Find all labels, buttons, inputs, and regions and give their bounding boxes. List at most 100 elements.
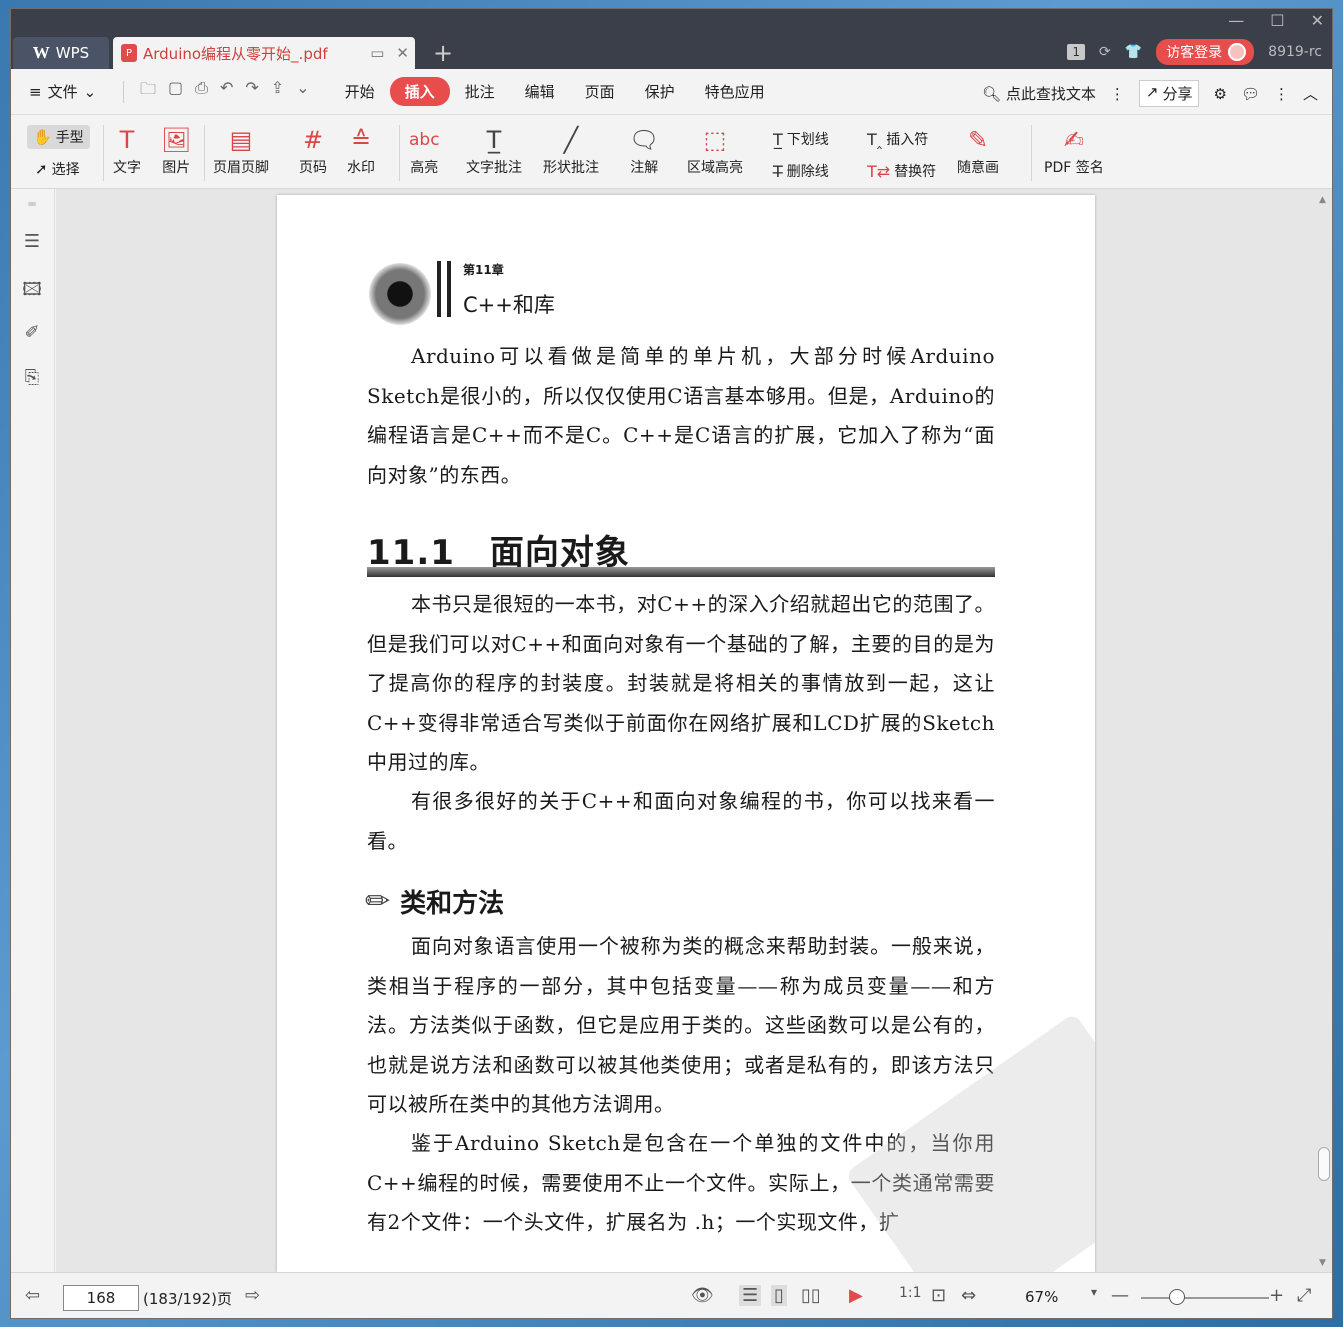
line-icon: ╱ [563, 126, 579, 154]
page-number-input[interactable]: 168 [63, 1285, 139, 1311]
pdf-page: 第11章 C++和库 Arduino可以看做是简单的单片机，大部分时候Ardui… [277, 195, 1095, 1272]
actual-size-icon[interactable]: 1:1 [899, 1285, 922, 1301]
play-slideshow-icon[interactable]: ▶ [849, 1285, 863, 1306]
highlight-icon: abc [409, 130, 440, 150]
gear-icon[interactable]: ⚙ [1213, 85, 1226, 103]
screen-icon[interactable]: ▭ [370, 44, 384, 62]
tab-edit[interactable]: 编辑 [510, 77, 570, 106]
share-button[interactable]: ↗ 分享 [1138, 80, 1200, 107]
scroll-down-icon[interactable]: ▼ [1319, 1258, 1326, 1268]
document-tab[interactable]: P Arduino编程从零开始_.pdf ▭ ✕ [113, 37, 415, 69]
insert-mark-label: 插入符 [886, 132, 929, 148]
fit-width-icon[interactable]: ⇔ [961, 1285, 976, 1306]
continuous-view-icon[interactable]: ☰ [739, 1285, 762, 1306]
close-tab-icon[interactable]: ✕ [396, 44, 409, 62]
tab-insert[interactable]: 插入 [389, 77, 450, 106]
share-label: 分享 [1162, 85, 1193, 103]
chat-icon[interactable]: 💬︎ [1241, 85, 1260, 103]
shape-annotation-button[interactable]: ╱ 形状批注 [543, 123, 599, 177]
hand-icon: ✋ [33, 128, 52, 146]
insert-text-button[interactable]: T 文字 [113, 123, 141, 177]
single-page-icon[interactable]: ▯ [771, 1285, 787, 1306]
more-menu-icon[interactable]: ⋮ [1274, 85, 1289, 103]
text-annotation-label: 文字批注 [466, 160, 522, 176]
insert-mark-button[interactable]: T‸ 插入符 [867, 129, 928, 149]
watermark-button[interactable]: ≙ 水印 [347, 123, 375, 177]
select-tool-button[interactable]: ➚ 选择 [35, 159, 80, 179]
redo-icon[interactable]: ↷ [245, 78, 258, 105]
signature-list-icon[interactable]: ⎘ [21, 367, 43, 389]
zoom-level[interactable]: 67% [1025, 1288, 1058, 1306]
insert-image-button[interactable]: 🖼︎ 图片 [161, 123, 191, 177]
print-icon[interactable]: ⎙ [195, 78, 208, 105]
more-vertical-icon[interactable]: ⋮ [1110, 85, 1125, 103]
zoom-slider-handle[interactable] [1169, 1289, 1185, 1305]
vertical-scrollbar[interactable]: ▲ ▼ [1316, 189, 1332, 1272]
text-annotation-icon: T̲ [486, 126, 502, 154]
insert-mark-icon: T‸ [867, 129, 883, 149]
undo-icon[interactable]: ↶ [220, 78, 233, 105]
header-footer-label: 页眉页脚 [213, 160, 269, 176]
skin-icon[interactable]: 👕 [1125, 44, 1142, 60]
tab-page[interactable]: 页面 [570, 77, 630, 106]
double-page-icon[interactable]: ▯▯ [801, 1285, 821, 1306]
area-highlight-button[interactable]: ⬚ 区域高亮 [687, 123, 743, 177]
file-menu[interactable]: ≡ 文件 ⌄ [11, 81, 117, 102]
zoom-slider[interactable] [1141, 1297, 1269, 1299]
select-tool-label: 选择 [51, 162, 80, 178]
new-tab-button[interactable]: + [433, 39, 453, 67]
page-number-icon: # [302, 126, 324, 154]
tab-start[interactable]: 开始 [330, 77, 390, 106]
text-annotation-button[interactable]: T̲ 文字批注 [466, 123, 522, 177]
comment-icon: 🗨︎ [629, 126, 660, 154]
guest-login-button[interactable]: 访客登录 [1156, 39, 1255, 65]
next-page-icon[interactable]: ⇨ [245, 1285, 260, 1306]
scroll-up-icon[interactable]: ▲ [1319, 195, 1326, 205]
header-footer-icon: ▤ [229, 126, 253, 154]
fullscreen-icon[interactable]: ⤢ [1297, 1285, 1311, 1306]
page-number-button[interactable]: # 页码 [299, 123, 327, 177]
watermark-icon: ≙ [350, 126, 372, 154]
underline-button[interactable]: T̲ 下划线 [773, 129, 829, 149]
zoom-dropdown-icon[interactable]: ▾ [1091, 1285, 1097, 1299]
freehand-button[interactable]: ✎ 随意画 [957, 123, 999, 177]
title-bar: W WPS P Arduino编程从零开始_.pdf ▭ ✕ + — ☐ ✕ 1… [11, 9, 1332, 69]
export-icon[interactable]: ⇪ [271, 78, 284, 105]
thumbnail-icon[interactable]: 🖾︎ [21, 277, 43, 300]
zoom-in-icon[interactable]: + [1269, 1285, 1284, 1306]
save-icon[interactable]: ▢ [168, 78, 183, 105]
window-count-badge[interactable]: 1 [1067, 44, 1085, 60]
highlight-button[interactable]: abc 高亮 [409, 123, 440, 177]
hand-tool-button[interactable]: ✋ 手型 [27, 125, 90, 149]
header-footer-button[interactable]: ▤ 页眉页脚 [213, 123, 269, 177]
open-folder-icon[interactable]: 🗀 [140, 78, 156, 105]
paragraph-3: 面向对象语言使用一个被称为类的概念来帮助封装。一般来说，类相当于程序的一部分，其… [367, 934, 995, 1116]
zoom-out-icon[interactable]: — [1111, 1285, 1129, 1306]
minimize-button[interactable]: — [1228, 11, 1244, 30]
document-viewport[interactable]: 第11章 C++和库 Arduino可以看做是简单的单片机，大部分时候Ardui… [56, 189, 1318, 1272]
annotation-list-icon[interactable]: ✐ [21, 322, 43, 344]
chapter-number: 第11章 [463, 263, 504, 277]
sidebar-grip-icon: ═ [28, 197, 36, 211]
tab-comment[interactable]: 批注 [450, 77, 510, 106]
strikethrough-button[interactable]: T̶ 删除线 [773, 161, 829, 181]
prev-page-icon[interactable]: ⇦ [25, 1285, 40, 1306]
eye-protection-icon[interactable]: 👁︎ [691, 1285, 714, 1306]
fit-page-icon[interactable]: ⊡ [931, 1285, 946, 1306]
wps-home-tab[interactable]: W WPS [13, 37, 109, 69]
hand-tool-label: 手型 [55, 130, 84, 146]
note-button[interactable]: 🗨︎ 注解 [629, 123, 659, 177]
pdf-sign-button[interactable]: ✍︎ PDF 签名 [1044, 123, 1104, 177]
highlight-label: 高亮 [410, 160, 439, 176]
outline-icon[interactable]: ☰ [21, 231, 43, 253]
sync-icon[interactable]: ⟳ [1099, 44, 1111, 60]
replace-mark-button[interactable]: T⇄ 替换符 [867, 161, 936, 181]
close-window-button[interactable]: ✕ [1311, 11, 1324, 30]
more-quick-icon[interactable]: ⌄ [296, 78, 309, 105]
find-text-button[interactable]: 🔍︎ 点此查找文本 [982, 83, 1096, 104]
scroll-thumb[interactable] [1318, 1147, 1330, 1181]
maximize-button[interactable]: ☐ [1270, 11, 1284, 30]
tab-special[interactable]: 特色应用 [690, 77, 780, 106]
collapse-ribbon-icon[interactable]: ︿ [1303, 83, 1318, 104]
tab-protect[interactable]: 保护 [630, 77, 690, 106]
